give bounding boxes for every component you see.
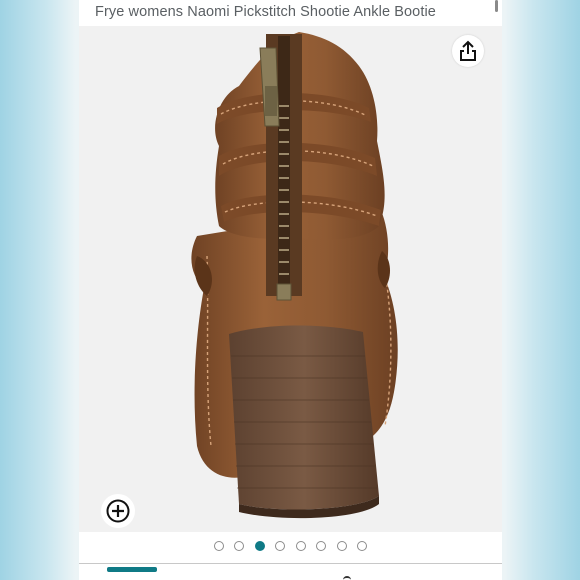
product-image-viewer[interactable]: [79, 26, 502, 532]
selected-tab-indicator: [107, 567, 157, 572]
bottom-panel: [79, 563, 502, 580]
zoom-in-icon: [106, 499, 130, 523]
scrollbar[interactable]: [495, 0, 498, 12]
product-image: [191, 32, 398, 519]
carousel-dots: [79, 541, 502, 553]
product-title: Frye womens Naomi Pickstitch Shootie Ank…: [95, 4, 436, 20]
carousel-dot[interactable]: [213, 541, 224, 551]
zoom-button[interactable]: [101, 494, 135, 528]
carousel-dot[interactable]: [316, 541, 327, 551]
share-button[interactable]: [452, 35, 484, 67]
carousel-dot[interactable]: [234, 541, 245, 551]
carousel-dot[interactable]: [295, 541, 306, 551]
carousel-dot[interactable]: [357, 541, 368, 551]
share-icon: [460, 40, 476, 61]
carousel-dot-active[interactable]: [254, 541, 265, 551]
carousel-dot[interactable]: [275, 541, 286, 551]
partial-icon: [343, 576, 351, 580]
carousel-dot[interactable]: [336, 541, 347, 551]
product-card: Frye womens Naomi Pickstitch Shootie Ank…: [79, 0, 502, 580]
